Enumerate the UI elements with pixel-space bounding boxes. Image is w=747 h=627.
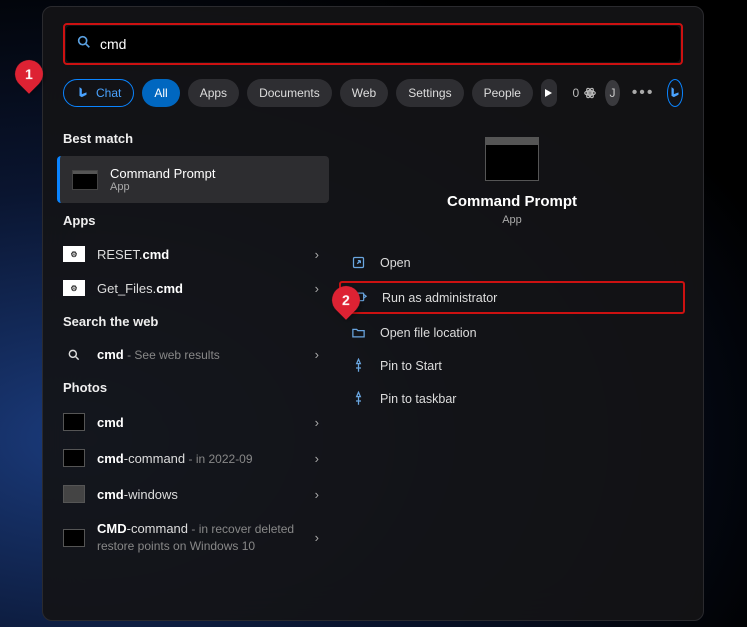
tab-people[interactable]: People [472,79,533,107]
folder-icon [351,325,366,340]
action-open-file-location[interactable]: Open file location [339,318,685,347]
chevron-right-icon: › [315,281,323,296]
tab-apps[interactable]: Apps [188,79,239,107]
photo-thumb-icon [63,413,85,431]
photo-thumb-icon [63,449,85,467]
section-web: Search the web [57,306,333,337]
section-photos: Photos [57,372,333,403]
action-pin-to-start[interactable]: Pin to Start [339,351,685,380]
list-item[interactable]: CMD-command - in recover deleted restore… [57,513,333,563]
section-apps: Apps [57,205,333,236]
preview-title: Command Prompt [447,193,577,210]
action-pin-to-taskbar[interactable]: Pin to taskbar [339,384,685,413]
rewards-icon [583,86,597,100]
search-icon [76,34,92,55]
preview-thumb-icon [485,137,539,181]
section-best-match: Best match [57,123,333,154]
open-icon [351,255,366,270]
search-icon [63,348,85,362]
pin-icon [351,391,366,406]
preview-pane: Command Prompt App Open Run as administr… [333,117,703,620]
start-search-panel: Chat All Apps Documents Web Settings Peo… [42,6,704,621]
search-box[interactable] [66,26,680,62]
pin-icon [351,358,366,373]
chevron-right-icon: › [315,415,323,430]
photo-thumb-icon [63,485,85,503]
search-box-highlight [63,23,683,65]
batch-file-icon: ⚙ [63,280,85,296]
user-avatar[interactable]: J [605,80,619,106]
list-item[interactable]: ⚙ RESET.cmd › [57,238,333,270]
best-match-title: Command Prompt [110,166,215,181]
action-run-as-administrator[interactable]: Run as administrator [339,281,685,314]
search-input[interactable] [100,36,670,52]
bing-icon [76,86,90,100]
tab-all[interactable]: All [142,79,179,107]
tab-web[interactable]: Web [340,79,388,107]
best-match-subtitle: App [110,181,215,193]
batch-file-icon: ⚙ [63,246,85,262]
tab-documents[interactable]: Documents [247,79,332,107]
best-match-result[interactable]: Command Prompt App [57,156,329,203]
chevron-right-icon: › [315,347,323,362]
chevron-right-icon: › [315,247,323,262]
chevron-right-icon: › [315,487,323,502]
filter-tabs: Chat All Apps Documents Web Settings Peo… [43,65,703,117]
chevron-right-icon: › [315,451,323,466]
cmd-thumb-icon [72,170,98,190]
list-item[interactable]: cmd - See web results › [57,339,333,370]
photo-thumb-icon [63,529,85,547]
overflow-menu[interactable]: ••• [628,84,659,102]
bing-icon [668,86,682,100]
list-item[interactable]: ⚙ Get_Files.cmd › [57,272,333,304]
list-item[interactable]: cmd › [57,405,333,439]
bing-button[interactable] [667,79,683,107]
list-item[interactable]: cmd-windows › [57,477,333,511]
results-left-column: Best match Command Prompt App Apps ⚙ RES… [43,117,333,620]
preview-subtitle: App [502,214,522,226]
tab-chat[interactable]: Chat [63,79,134,107]
list-item[interactable]: cmd-command - in 2022-09 › [57,441,333,475]
action-open[interactable]: Open [339,248,685,277]
rewards-counter[interactable]: 0 [573,86,598,100]
chevron-right-icon: › [315,530,323,545]
tab-settings[interactable]: Settings [396,79,463,107]
tab-more-right[interactable] [541,79,557,107]
